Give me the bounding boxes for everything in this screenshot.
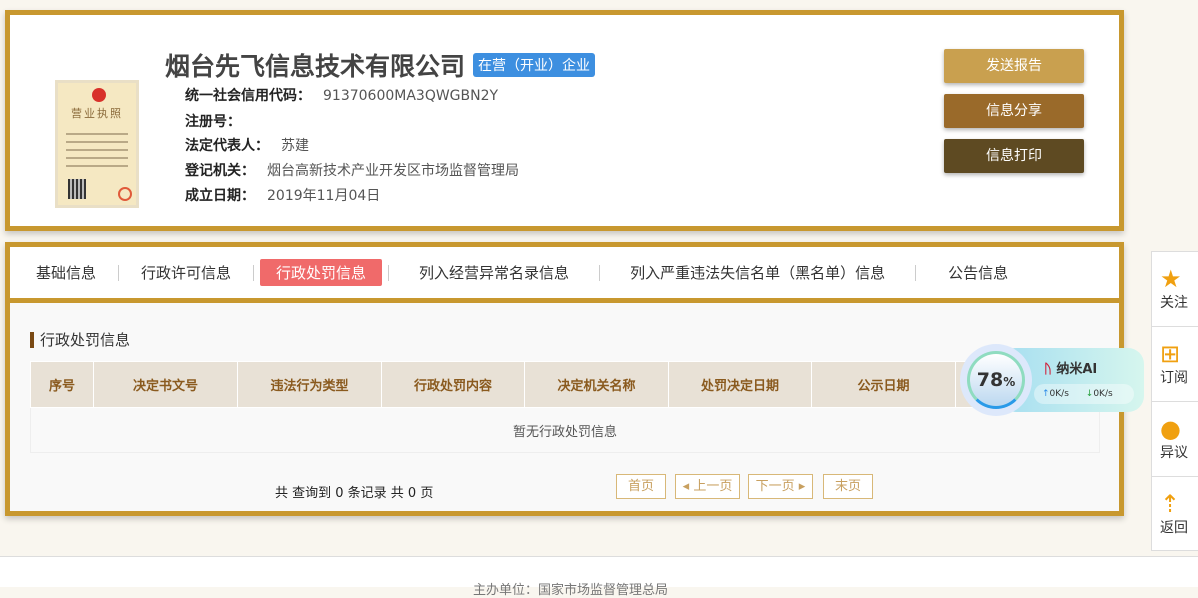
first-page-button[interactable]: 首页	[616, 474, 666, 499]
share-info-button[interactable]: 信息分享	[944, 94, 1084, 128]
subscribe-button[interactable]: ⊞ 订阅	[1152, 327, 1198, 402]
footer-text: 主办单位：国家市场监督管理总局	[473, 583, 669, 598]
reg-number-row: 注册号：	[185, 114, 241, 130]
details-card: 基础信息 行政许可信息 行政处罚信息 列入经营异常名录信息 列入严重违法失信名单…	[5, 242, 1124, 516]
table-row: 暂无行政处罚信息	[30, 407, 1100, 453]
last-page-button[interactable]: 末页	[823, 474, 873, 499]
percent-value: 78	[976, 369, 1004, 391]
section-title: 行政处罚信息	[30, 332, 130, 348]
send-report-button[interactable]: 发送报告	[944, 49, 1084, 83]
tab-abnormal-list[interactable]: 列入经营异常名录信息	[395, 259, 593, 286]
license-title: 营业执照	[71, 107, 123, 120]
tab-permits[interactable]: 行政许可信息	[125, 259, 247, 286]
bookmark-plus-icon: ⊞	[1160, 340, 1181, 368]
next-page-button[interactable]: 下一页 ▸	[748, 474, 813, 499]
empty-message: 暂无行政处罚信息	[30, 407, 1100, 453]
col-header: 违法行为类型	[237, 361, 382, 408]
established-date-row: 成立日期： 2019年11月04日	[185, 188, 381, 204]
company-name: 烟台先飞信息技术有限公司	[165, 52, 466, 81]
credit-code-row: 统一社会信用代码： 91370600MA3QWGBN2Y	[185, 88, 499, 104]
tab-blacklist[interactable]: 列入严重违法失信名单（黑名单）信息	[606, 259, 909, 286]
col-header: 公示日期	[811, 361, 956, 408]
legal-rep-row: 法定代表人： 苏建	[185, 138, 309, 154]
objection-button[interactable]: ● 异议	[1152, 402, 1198, 477]
reg-authority-row: 登记机关： 烟台高新技术产业开发区市场监督管理局	[185, 163, 519, 179]
prev-page-button[interactable]: ◂ 上一页	[675, 474, 740, 499]
progress-ring: 78%	[960, 344, 1032, 416]
col-header: 行政处罚内容	[381, 361, 525, 408]
footer: 主办单位：国家市场监督管理总局	[0, 556, 1198, 598]
tab-announcements[interactable]: 公告信息	[922, 259, 1034, 286]
print-info-button[interactable]: 信息打印	[944, 139, 1084, 173]
col-header: 序号	[30, 361, 94, 408]
company-card: 营业执照 烟台先飞信息技术有限公司 在营（开业）企业 统一社会信用代码： 9137…	[5, 10, 1124, 231]
record-count: 共 查询到 0 条记录 共 0 页	[275, 486, 434, 501]
follow-button[interactable]: ★ 关注	[1152, 252, 1198, 327]
arrow-up-icon: ⇡	[1160, 490, 1181, 518]
upload-arrow-icon: ↑	[1042, 389, 1050, 399]
penalty-table: 序号 决定书文号 违法行为类型 行政处罚内容 决定机关名称 处罚决定日期 公示日…	[30, 361, 1100, 453]
tab-basic-info[interactable]: 基础信息	[20, 259, 112, 286]
business-license-image[interactable]: 营业执照	[55, 80, 139, 208]
tab-bar: 基础信息 行政许可信息 行政处罚信息 列入经营异常名录信息 列入严重违法失信名单…	[10, 247, 1119, 303]
right-sidebar: ★ 关注 ⊞ 订阅 ● 异议 ⇡ 返回	[1151, 251, 1198, 551]
tab-penalties[interactable]: 行政处罚信息	[260, 259, 383, 286]
col-header: 决定机关名称	[524, 361, 669, 408]
back-to-top-button[interactable]: ⇡ 返回	[1152, 477, 1198, 552]
col-header: 处罚决定日期	[668, 361, 812, 408]
col-header: 决定书文号	[93, 361, 238, 408]
widget-title: ᚢ 纳米AI	[1044, 362, 1098, 377]
status-badge: 在营（开业）企业	[473, 53, 595, 77]
star-icon: ★	[1160, 265, 1182, 293]
nano-ai-logo-icon: ᚢ	[1044, 362, 1052, 377]
chat-bubble-icon: ●	[1160, 415, 1181, 443]
